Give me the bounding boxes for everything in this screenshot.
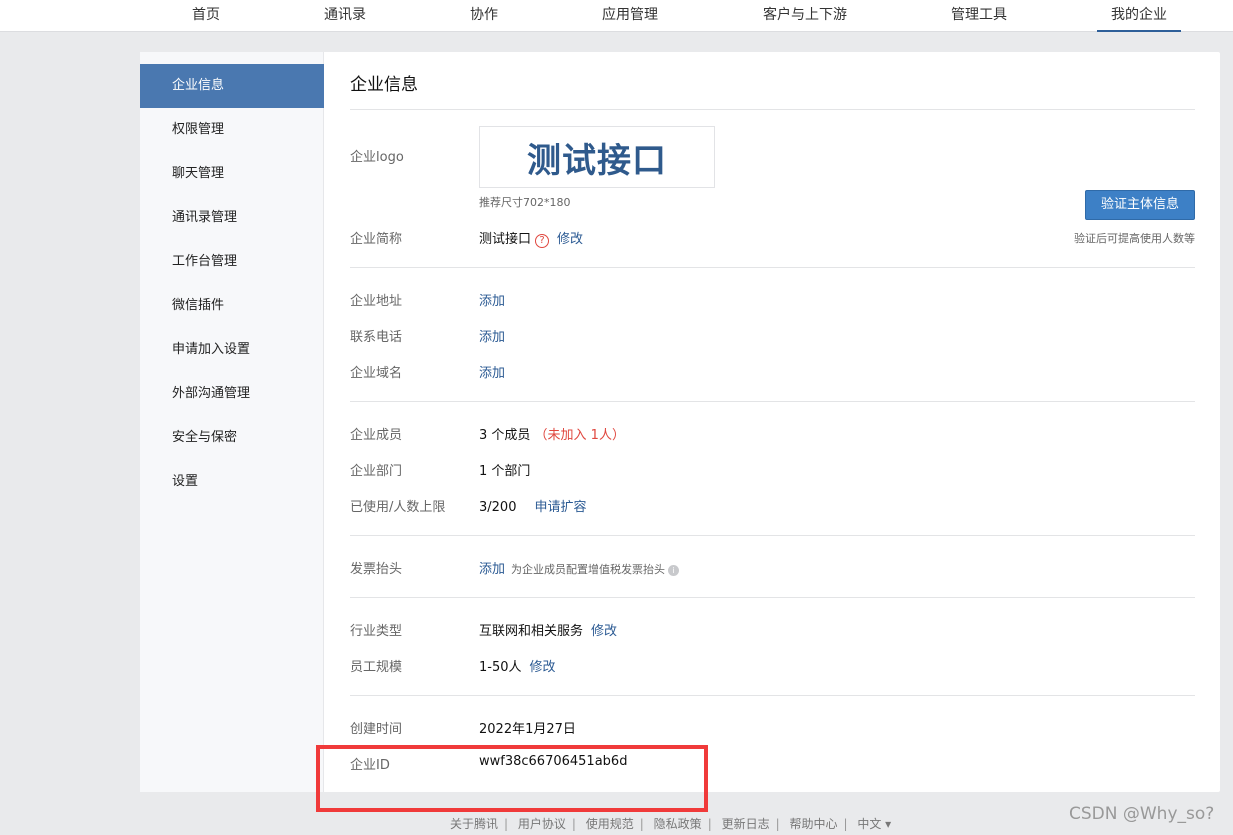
limit-label: 已使用/人数上限	[350, 500, 446, 515]
members-label: 企业成员	[350, 428, 403, 443]
sidebar-item-workbench[interactable]: 工作台管理	[140, 240, 324, 284]
depts-label: 企业部门	[350, 464, 403, 479]
footer-changelog[interactable]: 更新日志	[722, 817, 770, 831]
divider	[350, 267, 1195, 268]
limit-row: 3/200 申请扩容	[479, 496, 586, 515]
footer-help[interactable]: 帮助中心	[789, 817, 837, 831]
pending-members[interactable]: （未加入 1人）	[535, 428, 625, 443]
scale-value: 1-50人	[479, 660, 522, 675]
short-name-label: 企业简称	[350, 232, 403, 247]
created-label: 创建时间	[350, 722, 403, 737]
short-name-row: 测试接口? 修改	[479, 228, 583, 248]
footer: 关于腾讯 | 用户协议 | 使用规范 | 隐私政策 | 更新日志 | 帮助中心 | 中文 ▾	[450, 817, 892, 831]
watermark: CSDN @Why_so?	[1069, 804, 1215, 824]
divider	[350, 401, 1195, 402]
add-domain-link[interactable]: 添加	[479, 362, 505, 381]
sidebar-item-contacts[interactable]: 通讯录管理	[140, 196, 324, 240]
nav-contacts[interactable]: 通讯录	[324, 4, 366, 24]
industry-label: 行业类型	[350, 624, 403, 639]
domain-label: 企业域名	[350, 366, 403, 381]
divider	[350, 695, 1195, 696]
scale-row: 1-50人 修改	[479, 656, 556, 675]
footer-privacy[interactable]: 隐私政策	[654, 817, 702, 831]
nav-collab[interactable]: 协作	[470, 4, 498, 24]
top-nav: 首页 通讯录 协作 应用管理 客户与上下游 管理工具 我的企业	[0, 0, 1233, 32]
members-value[interactable]: 3 个成员	[479, 428, 530, 443]
language-select[interactable]: 中文 ▾	[857, 817, 891, 831]
add-invoice-link[interactable]: 添加	[479, 562, 505, 577]
sidebar-item-settings[interactable]: 设置	[140, 460, 324, 504]
nav-home[interactable]: 首页	[192, 4, 220, 24]
add-address-link[interactable]: 添加	[479, 290, 505, 309]
edit-industry-link[interactable]: 修改	[591, 624, 617, 639]
address-label: 企业地址	[350, 294, 403, 309]
sidebar-item-security[interactable]: 安全与保密	[140, 416, 324, 460]
depts-value[interactable]: 1 个部门	[479, 460, 530, 479]
footer-about[interactable]: 关于腾讯	[450, 817, 498, 831]
invoice-label: 发票抬头	[350, 562, 403, 577]
sidebar-item-permissions[interactable]: 权限管理	[140, 108, 324, 152]
main-card: 企业信息 权限管理 聊天管理 通讯录管理 工作台管理 微信插件 申请加入设置 外…	[140, 52, 1220, 792]
info-icon[interactable]: i	[668, 565, 680, 576]
created-value: 2022年1月27日	[479, 722, 576, 737]
help-icon[interactable]: ?	[535, 234, 550, 248]
expand-link[interactable]: 申请扩容	[534, 500, 586, 515]
edit-scale-link[interactable]: 修改	[530, 660, 556, 675]
edit-short-name-link[interactable]: 修改	[557, 232, 583, 247]
verify-hint: 验证后可提高使用人数等	[1074, 232, 1195, 245]
add-phone-link[interactable]: 添加	[479, 326, 505, 345]
footer-rules[interactable]: 使用规范	[586, 817, 634, 831]
logo-label: 企业logo	[350, 150, 404, 165]
sidebar-item-chat[interactable]: 聊天管理	[140, 152, 324, 196]
members-row: 3 个成员 （未加入 1人）	[479, 424, 625, 443]
nav-apps[interactable]: 应用管理	[602, 4, 658, 24]
nav-my-company[interactable]: 我的企业	[1097, 4, 1181, 32]
sidebar-item-company-info[interactable]: 企业信息	[140, 64, 324, 108]
company-logo[interactable]: 测试接口	[479, 126, 715, 188]
short-name-value: 测试接口	[479, 232, 532, 247]
divider	[350, 109, 1195, 110]
verify-button[interactable]: 验证主体信息	[1085, 190, 1195, 220]
nav-tools[interactable]: 管理工具	[951, 4, 1007, 24]
nav-partners[interactable]: 客户与上下游	[763, 4, 847, 24]
industry-row: 互联网和相关服务 修改	[479, 620, 617, 639]
phone-label: 联系电话	[350, 330, 403, 345]
scale-label: 员工规模	[350, 660, 403, 675]
invoice-row: 添加 为企业成员配置增值税发票抬头 i	[479, 558, 680, 577]
limit-value: 3/200	[479, 500, 517, 515]
sidebar-item-join-settings[interactable]: 申请加入设置	[140, 328, 324, 372]
divider	[350, 597, 1195, 598]
footer-terms[interactable]: 用户协议	[518, 817, 566, 831]
logo-hint: 推荐尺寸702*180	[479, 196, 571, 209]
divider	[350, 535, 1195, 536]
sidebar-item-wechat-plugin[interactable]: 微信插件	[140, 284, 324, 328]
sidebar-item-external[interactable]: 外部沟通管理	[140, 372, 324, 416]
industry-value: 互联网和相关服务	[479, 624, 584, 639]
page-title: 企业信息	[350, 75, 418, 95]
highlight-box	[316, 745, 708, 812]
invoice-hint: 为企业成员配置增值税发票抬头	[511, 563, 666, 576]
sidebar: 企业信息 权限管理 聊天管理 通讯录管理 工作台管理 微信插件 申请加入设置 外…	[140, 52, 324, 792]
